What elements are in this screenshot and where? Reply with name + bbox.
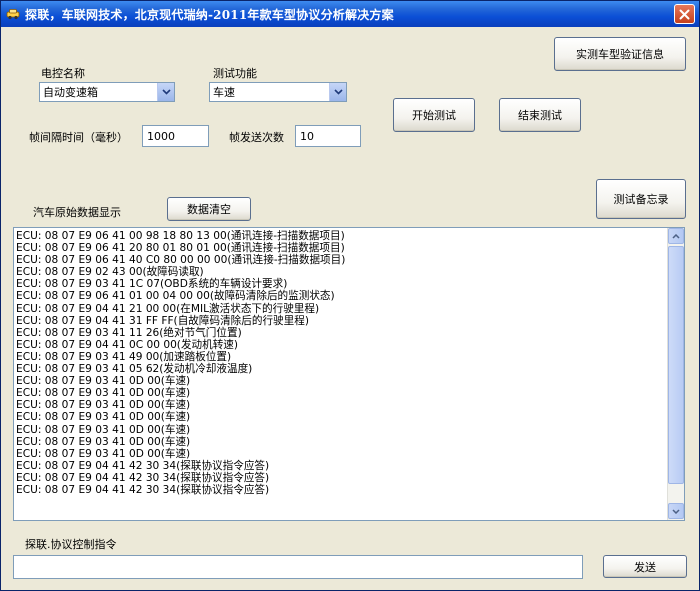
command-label: 探联.协议控制指令 <box>25 538 117 551</box>
log-line: ECU: 08 07 E9 03 41 0D 00(车速) <box>16 399 191 412</box>
scroll-thumb[interactable] <box>668 246 684 484</box>
arrow-down-icon <box>672 508 680 514</box>
chevron-down-icon[interactable] <box>157 83 174 101</box>
verify-vehicle-button[interactable]: 实测车型验证信息 <box>554 37 686 71</box>
ecu-selected-value: 自动变速箱 <box>43 86 98 99</box>
test-function-select[interactable]: 车速 <box>209 82 347 102</box>
log-line: ECU: 08 07 E9 02 43 00(故障码读取) <box>16 266 204 279</box>
start-test-button[interactable]: 开始测试 <box>393 98 475 132</box>
log-line: ECU: 08 07 E9 03 41 0D 00(车速) <box>16 423 191 436</box>
close-icon <box>679 9 690 19</box>
car-icon <box>5 6 21 22</box>
frame-interval-label: 帧间隔时间（毫秒） <box>29 131 128 144</box>
ecu-label: 电控名称 <box>41 67 85 80</box>
clear-data-button[interactable]: 数据清空 <box>167 197 251 221</box>
log-line: ECU: 08 07 E9 04 41 21 00 00(在MIL激活状态下的行… <box>16 302 320 315</box>
test-memo-button[interactable]: 测试备忘录 <box>596 179 686 219</box>
log-line: ECU: 08 07 E9 03 41 49 00(加速踏板位置) <box>16 350 232 363</box>
log-line: ECU: 08 07 E9 06 41 01 00 04 00 00(故障码清除… <box>16 290 335 303</box>
log-line: ECU: 08 07 E9 03 41 05 62(发动机冷却液温度) <box>16 363 253 376</box>
log-line: ECU: 08 07 E9 03 41 1C 07(OBD系统的车辆设计要求) <box>16 278 288 291</box>
ecu-select[interactable]: 自动变速箱 <box>39 82 175 102</box>
frame-interval-input[interactable]: 1000 <box>142 125 209 147</box>
raw-data-label: 汽车原始数据显示 <box>33 206 121 219</box>
raw-data-log[interactable]: ECU: 08 07 E9 06 41 00 98 18 80 13 00(通讯… <box>13 227 685 521</box>
scroll-up-button[interactable] <box>668 228 684 244</box>
test-function-label: 测试功能 <box>213 67 257 80</box>
scroll-down-button[interactable] <box>668 503 684 519</box>
log-lines: ECU: 08 07 E9 06 41 00 98 18 80 13 00(通讯… <box>16 230 666 496</box>
stop-test-button[interactable]: 结束测试 <box>499 98 581 132</box>
log-line: ECU: 08 07 E9 04 41 0C 00 00(发动机转速) <box>16 338 239 351</box>
frame-count-input[interactable]: 10 <box>295 125 361 147</box>
arrow-up-icon <box>672 233 680 239</box>
log-line: ECU: 08 07 E9 06 41 00 98 18 80 13 00(通讯… <box>16 230 345 242</box>
log-line: ECU: 08 07 E9 06 41 40 C0 80 00 00 00(通讯… <box>16 254 346 267</box>
log-line: ECU: 08 07 E9 03 41 0D 00(车速) <box>16 411 191 424</box>
log-line: ECU: 08 07 E9 03 41 0D 00(车速) <box>16 435 191 448</box>
log-line: ECU: 08 07 E9 04 41 42 30 34(探联协议指令应答) <box>16 483 270 496</box>
frame-count-label: 帧发送次数 <box>229 131 284 144</box>
log-scrollbar[interactable] <box>667 228 684 520</box>
log-line: ECU: 08 07 E9 06 41 20 80 01 80 01 00(通讯… <box>16 242 345 255</box>
main-window: 探联，车联网技术，北京现代瑞纳-2011年款车型协议分析解决方案 电控名称 自动… <box>0 0 700 591</box>
send-button[interactable]: 发送 <box>603 555 687 578</box>
log-line: ECU: 08 07 E9 04 41 31 FF FF(自故障码清除后的行驶里… <box>16 314 309 327</box>
command-input[interactable] <box>13 555 583 579</box>
log-line: ECU: 08 07 E9 04 41 42 30 34(探联协议指令应答) <box>16 459 270 472</box>
log-line: ECU: 08 07 E9 03 41 0D 00(车速) <box>16 375 191 388</box>
window-title: 探联，车联网技术，北京现代瑞纳-2011年款车型协议分析解决方案 <box>25 7 394 22</box>
close-button[interactable] <box>674 4 695 24</box>
chevron-down-icon[interactable] <box>329 83 346 101</box>
log-line: ECU: 08 07 E9 03 41 0D 00(车速) <box>16 387 191 400</box>
title-bar[interactable]: 探联，车联网技术，北京现代瑞纳-2011年款车型协议分析解决方案 <box>1 1 699 27</box>
log-line: ECU: 08 07 E9 04 41 42 30 34(探联协议指令应答) <box>16 471 270 484</box>
log-line: ECU: 08 07 E9 03 41 0D 00(车速) <box>16 447 191 460</box>
log-line: ECU: 08 07 E9 03 41 11 26(绝对节气门位置) <box>16 326 242 339</box>
test-function-selected-value: 车速 <box>213 86 235 99</box>
